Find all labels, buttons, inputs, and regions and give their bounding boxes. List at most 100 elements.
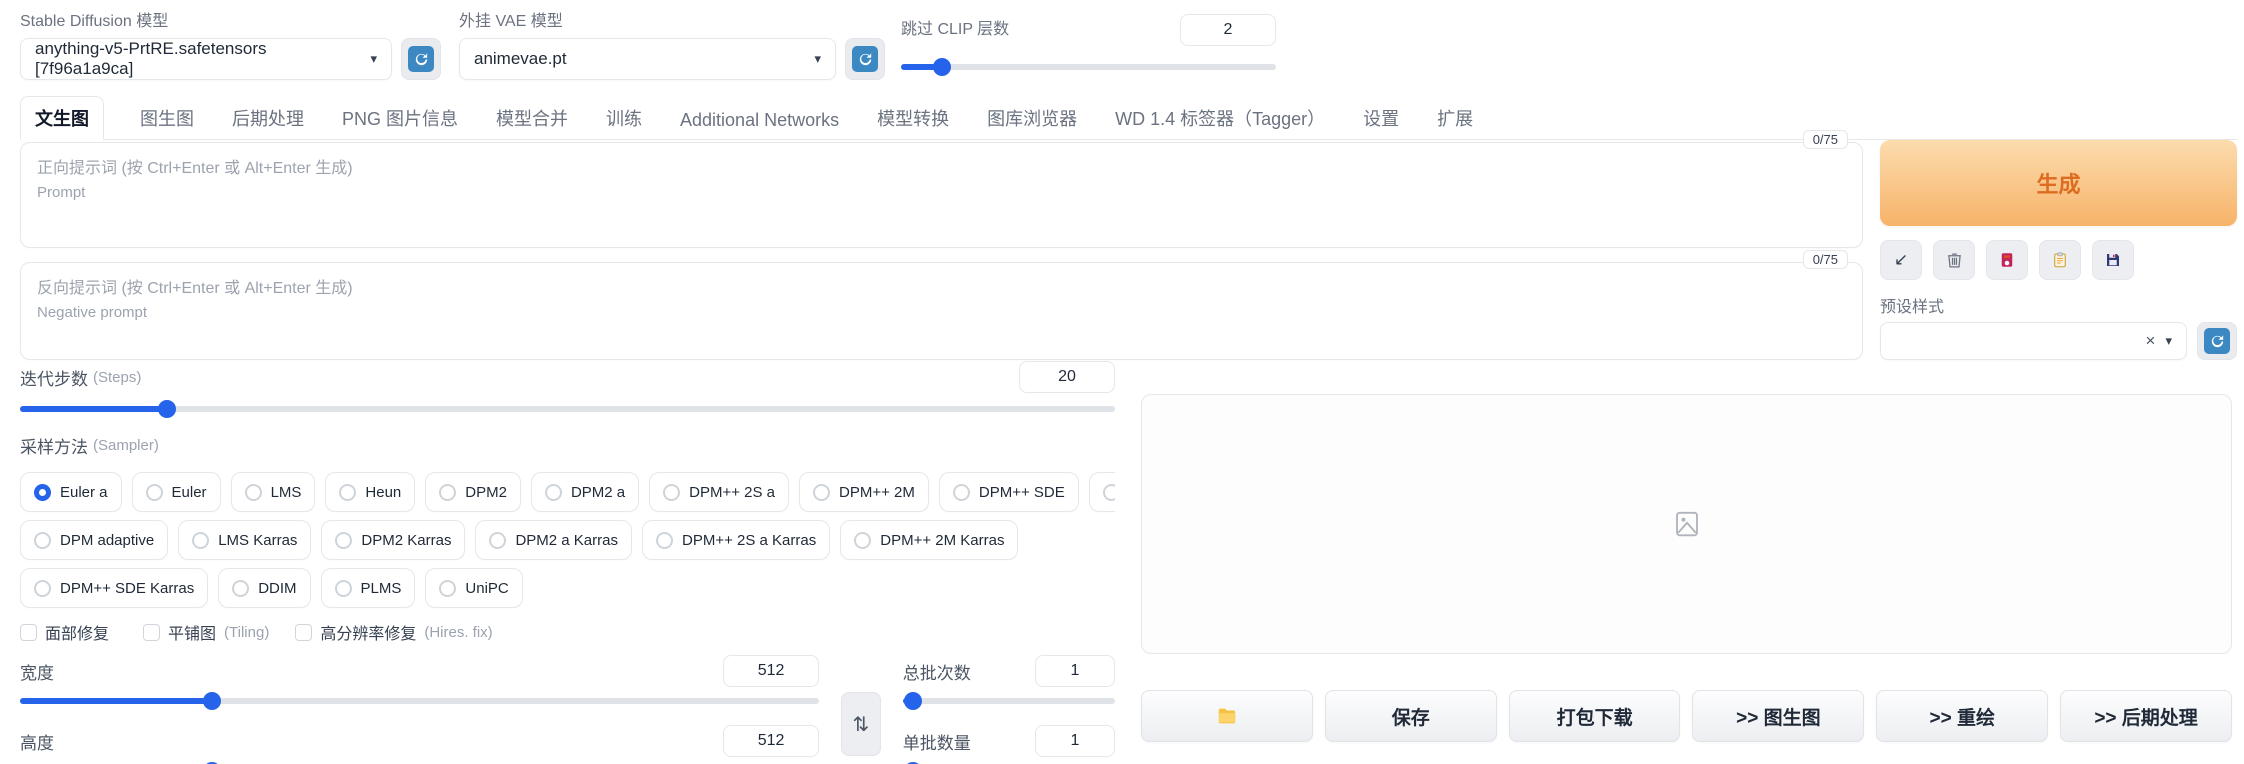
swap-dimensions-button[interactable]: ⇅ [841,692,881,756]
tab[interactable]: 扩展 [1435,97,1475,139]
sampler-option[interactable]: Euler a [20,472,122,512]
image-placeholder-icon [1672,509,1702,539]
height-input[interactable]: 512 [723,725,819,757]
steps-label: 迭代步数 [20,365,88,390]
output-column: 保存打包下载>> 图生图>> 重绘>> 后期处理 [1141,394,2232,742]
sampler-option[interactable]: DPM++ SDE Karras [20,568,208,608]
sampler-option[interactable]: PLMS [321,568,416,608]
tab[interactable]: 后期处理 [230,97,306,139]
tab[interactable]: 图生图 [138,97,196,139]
radio-icon [339,484,356,501]
swap-icon: ⇅ [853,712,870,737]
sampler-option[interactable]: DPM adaptive [20,520,168,560]
open-folder-button[interactable] [1141,690,1313,742]
radio-icon [34,532,51,549]
slider-thumb[interactable] [933,58,951,76]
width-row: 宽度 512 [20,654,819,710]
clip-skip-slider[interactable] [901,58,1276,76]
vae-select[interactable]: animevae.pt ▾ [459,38,836,80]
negative-token-counter: 0/75 [1803,250,1848,269]
refresh-icon [2204,328,2230,354]
radio-icon [34,580,51,597]
checkbox-option[interactable]: 面部修复 [20,620,117,644]
output-action-button[interactable]: >> 图生图 [1692,690,1864,742]
sampler-option[interactable]: DPM++ 2M Karras [840,520,1018,560]
negative-prompt-input[interactable]: 反向提示词 (按 Ctrl+Enter 或 Alt+Enter 生成) Nega… [20,262,1863,360]
sampler-option[interactable]: DPM2 a [531,472,639,512]
sampler-option[interactable]: UniPC [425,568,522,608]
output-action-button[interactable]: 保存 [1325,690,1497,742]
checkbox-option[interactable]: 平铺图 (Tiling) [143,620,269,644]
output-action-button[interactable]: >> 后期处理 [2060,690,2232,742]
sampler-option[interactable]: DPM2 Karras [321,520,465,560]
slider-thumb[interactable] [203,692,221,710]
prompt-input[interactable]: 正向提示词 (按 Ctrl+Enter 或 Alt+Enter 生成) Prom… [20,142,1863,248]
sampler-option[interactable]: Heun [325,472,415,512]
sampler-option[interactable]: DPM2 [425,472,521,512]
restore-prompt-button[interactable]: ↙ [1880,240,1922,280]
steps-slider[interactable] [20,400,1115,418]
sd-model-select[interactable]: anything-v5-PrtRE.safetensors [7f96a1a9c… [20,38,392,80]
save-style-button[interactable] [2092,240,2134,280]
sampler-option[interactable]: Euler [132,472,221,512]
chevron-down-icon: ▾ [370,51,377,67]
slider-thumb[interactable] [904,692,922,710]
sampler-option[interactable]: DPM fast [1089,472,1115,512]
tab[interactable]: 图库浏览器 [985,97,1079,139]
tab[interactable]: 训练 [604,97,644,139]
steps-input[interactable]: 20 [1019,361,1115,393]
radio-icon [335,532,352,549]
batch-count-input[interactable]: 1 [1035,655,1115,687]
refresh-sd-model-button[interactable] [401,38,441,80]
tab[interactable]: Additional Networks [678,102,841,139]
tab[interactable]: WD 1.4 标签器（Tagger） [1113,97,1327,139]
prompt-column: 正向提示词 (按 Ctrl+Enter 或 Alt+Enter 生成) Prom… [20,142,1863,360]
clear-icon[interactable]: × [2146,331,2156,351]
refresh-vae-button[interactable] [845,38,885,80]
radio-icon [1103,484,1115,501]
radio-icon [854,532,871,549]
clip-skip-input[interactable]: 2 [1180,14,1276,46]
sampler-option[interactable]: DDIM [218,568,310,608]
sampler-option[interactable]: DPM++ 2S a [649,472,789,512]
radio-icon [813,484,830,501]
generate-button[interactable]: 生成 [1880,140,2237,226]
tab[interactable]: PNG 图片信息 [340,97,460,139]
sampler-option[interactable]: LMS Karras [178,520,311,560]
output-gallery[interactable] [1141,394,2232,654]
tab[interactable]: 文生图 [20,96,104,140]
refresh-icon [852,46,878,72]
vae-value: animevae.pt [474,49,804,69]
batch-size-input[interactable]: 1 [1035,725,1115,757]
tab[interactable]: 模型转换 [875,97,951,139]
sampler-option[interactable]: DPM++ 2M [799,472,929,512]
negative-placeholder-en: Negative prompt [37,301,1846,325]
sampler-option[interactable]: DPM++ 2S a Karras [642,520,830,560]
txt2img-page: Stable Diffusion 模型 anything-v5-PrtRE.sa… [0,0,2244,764]
checkbox-option[interactable]: 高分辨率修复 (Hires. fix) [295,620,492,644]
width-input[interactable]: 512 [723,655,819,687]
floppy-disk-icon [2104,251,2122,269]
batch-size-label: 单批数量 [903,729,971,754]
tab[interactable]: 模型合并 [494,97,570,139]
slider-thumb[interactable] [158,400,176,418]
tab[interactable]: 设置 [1361,97,1401,139]
params-column: 迭代步数 (Steps) 20 采样方法 (Sampler) Euler aEu… [20,360,1115,764]
radio-icon [545,484,562,501]
sampler-option[interactable]: DPM++ SDE [939,472,1079,512]
folder-icon [1216,705,1238,727]
sampler-option[interactable]: DPM2 a Karras [475,520,632,560]
styles-select[interactable]: × ▾ [1880,322,2187,360]
radio-icon [663,484,680,501]
extra-networks-button[interactable] [1986,240,2028,280]
clear-prompt-button[interactable] [1933,240,1975,280]
output-action-button[interactable]: 打包下载 [1509,690,1681,742]
width-slider[interactable] [20,692,819,710]
vae-group: 外挂 VAE 模型 animevae.pt ▾ [459,10,836,80]
output-action-button[interactable]: >> 重绘 [1876,690,2048,742]
refresh-styles-button[interactable] [2197,322,2237,360]
batch-count-slider[interactable] [903,692,1115,710]
arrow-down-left-icon: ↙ [1894,250,1908,270]
apply-style-button[interactable] [2039,240,2081,280]
sampler-option[interactable]: LMS [231,472,316,512]
